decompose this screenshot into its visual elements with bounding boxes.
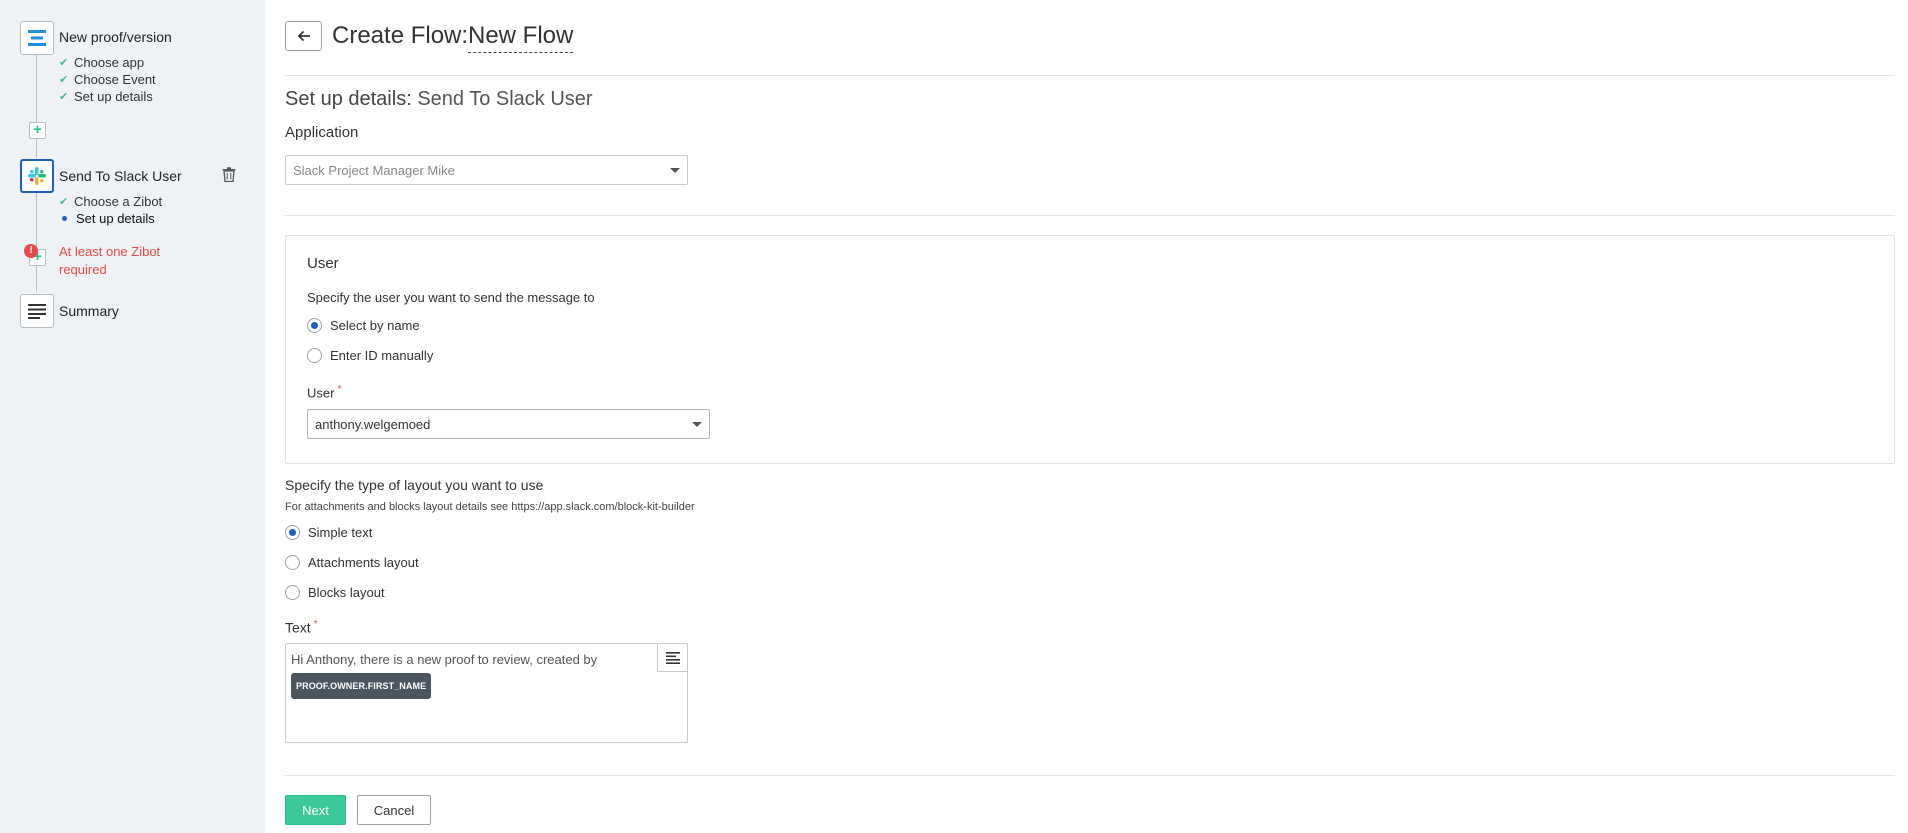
user-prompt: Specify the user you want to send the me… (307, 290, 595, 305)
text-field-label: Text * (285, 619, 318, 636)
check-icon: ✔ (59, 196, 69, 208)
flow-steps-sidebar: New proof/version ✔ Choose app ✔ Choose Ev… (0, 0, 265, 833)
main-content: Create Flow: New Flow Set up details: Se… (285, 0, 1908, 833)
user-select[interactable]: anthony.welgemoed (307, 409, 710, 439)
user-section: User Specify the user you want to send t… (285, 235, 1895, 464)
substep-choose-a-zibot[interactable]: ✔ Choose a Zibot (59, 194, 162, 209)
radio-select-by-name[interactable]: Select by name (307, 318, 420, 333)
divider (285, 215, 1895, 216)
application-label: Application (285, 124, 359, 141)
step-title-send-to-slack-user[interactable]: Send To Slack User (59, 168, 182, 184)
check-icon: ✔ (59, 91, 69, 103)
radio-circle (285, 555, 300, 570)
current-step-dot-icon (62, 216, 67, 221)
divider (285, 775, 1895, 776)
substep-set-up-details-current[interactable]: Set up details (59, 211, 155, 226)
section-heading: Set up details: Send To Slack User (285, 88, 593, 110)
align-left-icon (665, 651, 680, 664)
slack-icon[interactable] (20, 159, 54, 193)
check-icon: ✔ (59, 57, 69, 69)
add-step-button[interactable]: + (29, 122, 46, 139)
user-section-title: User (307, 255, 339, 272)
radio-enter-id-manually[interactable]: Enter ID manually (307, 348, 433, 363)
layout-note: For attachments and blocks layout detail… (285, 501, 695, 513)
placeholder-token[interactable]: PROOF.OWNER.FIRST_NAME (291, 673, 432, 699)
error-icon: ! (24, 244, 38, 258)
check-icon: ✔ (59, 74, 69, 86)
substep-choose-app[interactable]: ✔ Choose app (59, 55, 144, 70)
step-connector-line (36, 192, 37, 292)
radio-circle (285, 585, 300, 600)
back-button[interactable] (285, 21, 322, 51)
substep-set-up-details[interactable]: ✔ Set up details (59, 89, 153, 104)
layout-prompt: Specify the type of layout you want to u… (285, 477, 544, 493)
trash-icon[interactable] (222, 167, 236, 182)
arrow-left-icon (297, 30, 310, 42)
radio-blocks-layout[interactable]: Blocks layout (285, 585, 385, 600)
zibot-required-error: At least one Zibot required (59, 244, 161, 277)
summary-icon[interactable] (20, 294, 54, 328)
text-format-button[interactable] (657, 644, 687, 672)
chevron-down-icon (670, 168, 680, 173)
radio-circle (307, 348, 322, 363)
message-text-content: Hi Anthony, there is a new proof to revi… (291, 650, 597, 699)
proof-icon[interactable] (20, 21, 54, 55)
application-select[interactable]: Slack Project Manager Mike (285, 155, 688, 185)
step-title-new-proof[interactable]: New proof/version (59, 29, 172, 45)
radio-simple-text[interactable]: Simple text (285, 525, 372, 540)
flow-name-editable[interactable]: New Flow (468, 22, 574, 53)
radio-circle (285, 525, 300, 540)
radio-circle (307, 318, 322, 333)
page-title: Create Flow: (332, 22, 469, 49)
next-button[interactable]: Next (285, 795, 346, 825)
message-text-editor[interactable]: Hi Anthony, there is a new proof to revi… (285, 643, 688, 743)
substep-choose-event[interactable]: ✔ Choose Event (59, 72, 156, 87)
chevron-down-icon (692, 422, 702, 427)
radio-attachments-layout[interactable]: Attachments layout (285, 555, 419, 570)
step-connector-line (36, 54, 37, 158)
user-field-label: User * (307, 384, 342, 401)
cancel-button[interactable]: Cancel (357, 795, 431, 825)
divider (285, 75, 1895, 76)
step-title-summary[interactable]: Summary (59, 303, 119, 319)
